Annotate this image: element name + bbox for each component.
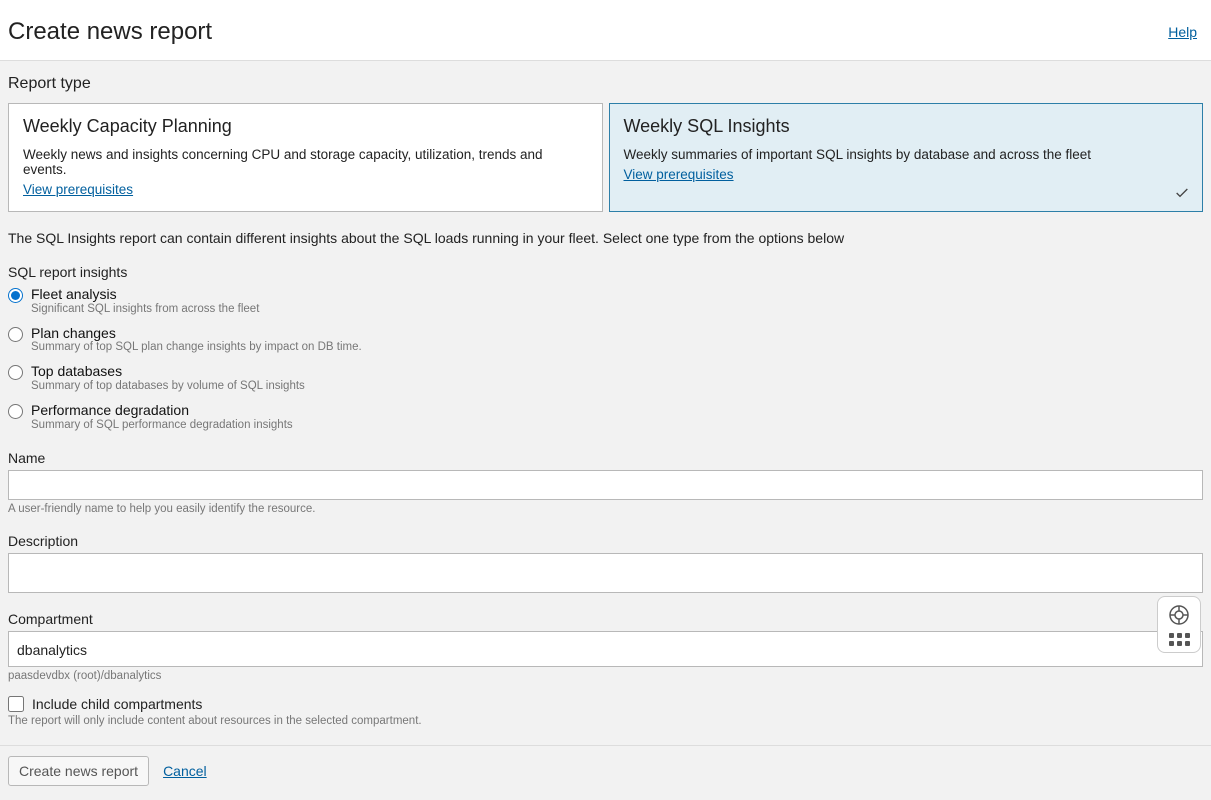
include-children-checkbox[interactable] <box>8 696 24 712</box>
compartment-path: paasdevdbx (root)/dbanalytics <box>8 670 1203 682</box>
footer-bar: Create news report Cancel <box>0 745 1211 800</box>
radio-performance-degradation[interactable]: Performance degradation Summary of SQL p… <box>8 402 1203 433</box>
radio-input-perf[interactable] <box>8 404 23 419</box>
help-link[interactable]: Help <box>1168 24 1197 40</box>
radio-title: Top databases <box>31 363 305 380</box>
name-input[interactable] <box>8 470 1203 500</box>
description-input[interactable] <box>8 553 1203 593</box>
check-icon <box>1174 185 1190 201</box>
compartment-select[interactable]: dbanalytics <box>8 631 1203 667</box>
sql-report-insights-label: SQL report insights <box>8 264 1203 280</box>
page-header: Create news report Help <box>0 0 1211 61</box>
description-label: Description <box>8 533 1203 549</box>
card-desc: Weekly summaries of important SQL insigh… <box>624 147 1189 162</box>
card-desc: Weekly news and insights concerning CPU … <box>23 147 588 177</box>
compartment-value: dbanalytics <box>17 642 87 658</box>
radio-sub: Summary of top SQL plan change insights … <box>31 341 362 355</box>
radio-input-plan[interactable] <box>8 327 23 342</box>
compartment-field: Compartment dbanalytics paasdevdbx (root… <box>8 611 1203 682</box>
content-area: Report type Weekly Capacity Planning Wee… <box>0 61 1211 727</box>
radio-plan-changes[interactable]: Plan changes Summary of top SQL plan cha… <box>8 325 1203 356</box>
life-ring-icon <box>1167 603 1191 627</box>
radio-input-fleet[interactable] <box>8 288 23 303</box>
include-children-label: Include child compartments <box>32 696 202 712</box>
name-label: Name <box>8 450 1203 466</box>
include-children-helper: The report will only include content abo… <box>8 715 1203 727</box>
card-title: Weekly SQL Insights <box>624 116 1189 137</box>
radio-title: Fleet analysis <box>31 286 259 303</box>
name-helper: A user-friendly name to help you easily … <box>8 503 1203 515</box>
cancel-link[interactable]: Cancel <box>163 763 207 779</box>
report-type-label: Report type <box>8 75 1203 93</box>
grid-icon <box>1169 633 1190 646</box>
card-weekly-sql-insights[interactable]: Weekly SQL Insights Weekly summaries of … <box>609 103 1204 212</box>
include-children-row[interactable]: Include child compartments <box>8 696 1203 712</box>
radio-sub: Summary of top databases by volume of SQ… <box>31 380 305 394</box>
radio-sub: Summary of SQL performance degradation i… <box>31 419 293 433</box>
name-field: Name A user-friendly name to help you ea… <box>8 450 1203 515</box>
sql-insight-intro: The SQL Insights report can contain diff… <box>8 230 1203 246</box>
card-title: Weekly Capacity Planning <box>23 116 588 137</box>
radio-sub: Significant SQL insights from across the… <box>31 303 259 317</box>
support-widget[interactable] <box>1157 596 1201 653</box>
compartment-label: Compartment <box>8 611 1203 627</box>
radio-fleet-analysis[interactable]: Fleet analysis Significant SQL insights … <box>8 286 1203 317</box>
description-field: Description <box>8 533 1203 593</box>
view-prereq-link[interactable]: View prerequisites <box>23 182 133 197</box>
radio-top-databases[interactable]: Top databases Summary of top databases b… <box>8 363 1203 394</box>
view-prereq-link[interactable]: View prerequisites <box>624 167 734 182</box>
radio-title: Performance degradation <box>31 402 293 419</box>
radio-input-topdb[interactable] <box>8 365 23 380</box>
report-type-cards: Weekly Capacity Planning Weekly news and… <box>8 103 1203 212</box>
create-button[interactable]: Create news report <box>8 756 149 786</box>
card-weekly-capacity[interactable]: Weekly Capacity Planning Weekly news and… <box>8 103 603 212</box>
radio-title: Plan changes <box>31 325 362 342</box>
page-title: Create news report <box>8 18 212 46</box>
